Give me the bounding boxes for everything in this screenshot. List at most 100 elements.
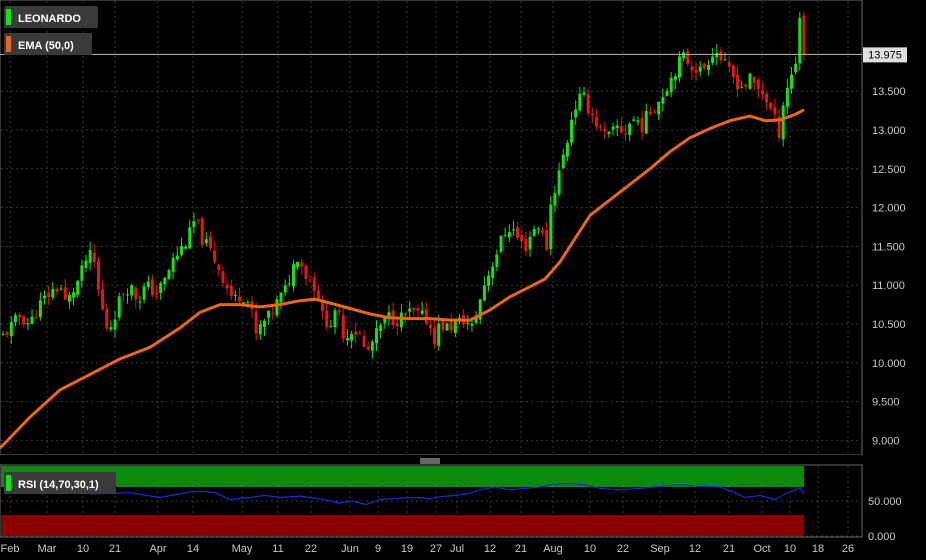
candle-down xyxy=(653,112,657,114)
candle-down xyxy=(412,307,416,310)
symbol-color-swatch xyxy=(6,9,11,25)
panel-splitter[interactable] xyxy=(0,455,862,464)
candle-down xyxy=(22,315,26,325)
candle-up xyxy=(329,326,333,328)
candle-up xyxy=(59,288,63,290)
candle-up xyxy=(561,154,565,169)
rsi-tick-label: 0.000 xyxy=(868,531,896,543)
candle-up xyxy=(142,286,146,300)
candle-down xyxy=(92,252,96,263)
price-tick-label: 10.500 xyxy=(872,319,906,331)
candle-down xyxy=(325,310,329,328)
candle-up xyxy=(184,246,188,249)
candle-down xyxy=(229,285,233,296)
candle-down xyxy=(603,129,607,132)
candle-down xyxy=(690,66,694,71)
candle-up xyxy=(657,101,661,115)
candle-up xyxy=(292,264,295,287)
candle-up xyxy=(570,119,574,143)
candle-down xyxy=(304,265,308,279)
candle-down xyxy=(209,236,212,248)
price-axis: 9.000 9.500 10.000 10.500 11.000 11.500 12.000… xyxy=(872,86,906,447)
candle-up xyxy=(507,232,511,238)
time-tick-label: Oct xyxy=(753,543,770,555)
candle-up xyxy=(503,234,507,236)
candle-up xyxy=(146,281,150,288)
candle-down xyxy=(773,107,777,115)
time-tick-label: Sep xyxy=(650,543,670,555)
candle-up xyxy=(487,275,491,286)
rsi-panel: 0.000 50.000 RSI (14,70,30,1) xyxy=(0,464,902,543)
legend-rsi[interactable]: RSI (14,70,30,1) xyxy=(4,472,116,494)
candle-down xyxy=(752,76,756,83)
candle-up xyxy=(578,93,582,111)
candle-down xyxy=(362,336,366,348)
time-tick-label: 10 xyxy=(77,543,89,555)
candle-up xyxy=(370,341,374,351)
candle-up xyxy=(399,312,403,328)
candle-up xyxy=(785,87,789,107)
rsi-tick-label: 50.000 xyxy=(868,496,902,508)
candle-up xyxy=(466,322,470,325)
time-tick-label: Aug xyxy=(543,543,563,555)
candle-up xyxy=(159,283,163,293)
candle-up xyxy=(665,90,669,96)
candle-up xyxy=(707,65,710,70)
candle-up xyxy=(167,269,171,280)
candle-up xyxy=(26,323,30,325)
candle-up xyxy=(38,300,42,318)
candle-up xyxy=(607,131,611,134)
candle-down xyxy=(55,288,59,292)
candle-down xyxy=(196,219,200,222)
candle-up xyxy=(445,323,449,331)
candle-up xyxy=(13,315,17,323)
candle-down xyxy=(619,126,623,133)
candle-up xyxy=(661,97,665,104)
rsi-oversold-band xyxy=(1,515,804,536)
candle-up xyxy=(179,245,183,255)
candle-down xyxy=(594,116,598,127)
last-price-tag: 13.975 xyxy=(863,47,907,63)
price-tick-label: 11.500 xyxy=(872,241,905,253)
candle-down xyxy=(433,327,437,344)
candle-down xyxy=(640,117,644,133)
rsi-axis: 0.000 50.000 xyxy=(868,496,902,543)
candle-up xyxy=(267,310,271,318)
candle-up xyxy=(794,63,798,73)
candle-up xyxy=(669,77,673,93)
candle-down xyxy=(101,289,105,310)
candle-down xyxy=(686,51,690,64)
candle-up xyxy=(350,333,354,341)
symbol-label: LEONARDO xyxy=(18,13,81,25)
candle-up xyxy=(130,285,134,296)
candle-down xyxy=(428,324,432,329)
candle-down xyxy=(424,309,428,324)
candle-up xyxy=(582,92,586,95)
legend-symbol[interactable]: LEONARDO xyxy=(4,6,98,28)
candle-up xyxy=(88,250,92,263)
candle-down xyxy=(5,332,9,335)
time-tick-label: Mar xyxy=(38,543,57,555)
candle-down xyxy=(404,312,408,315)
candle-down xyxy=(271,312,275,314)
candle-up xyxy=(171,257,175,272)
candle-up xyxy=(109,327,113,330)
candle-up xyxy=(275,299,279,316)
candle-down xyxy=(316,290,320,300)
candle-up xyxy=(491,266,495,278)
candle-down xyxy=(18,314,22,318)
candle-up xyxy=(532,228,536,236)
candle-down xyxy=(155,292,159,294)
time-tick-label: 19 xyxy=(401,543,413,555)
candle-down xyxy=(341,315,345,339)
rsi-label: RSI (14,70,30,1) xyxy=(18,479,99,491)
price-tick-label: 13.500 xyxy=(872,86,906,98)
candle-up xyxy=(549,204,553,250)
legend-ema[interactable]: EMA (50,0) xyxy=(4,33,92,55)
candle-down xyxy=(760,90,764,95)
ema-color-swatch xyxy=(6,36,11,52)
time-tick-label: 11 xyxy=(272,543,283,555)
candle-down xyxy=(727,62,731,67)
candle-up xyxy=(437,323,441,347)
chart-canvas: 9.000 9.500 10.000 10.500 11.000 11.500 12.000… xyxy=(0,0,907,555)
